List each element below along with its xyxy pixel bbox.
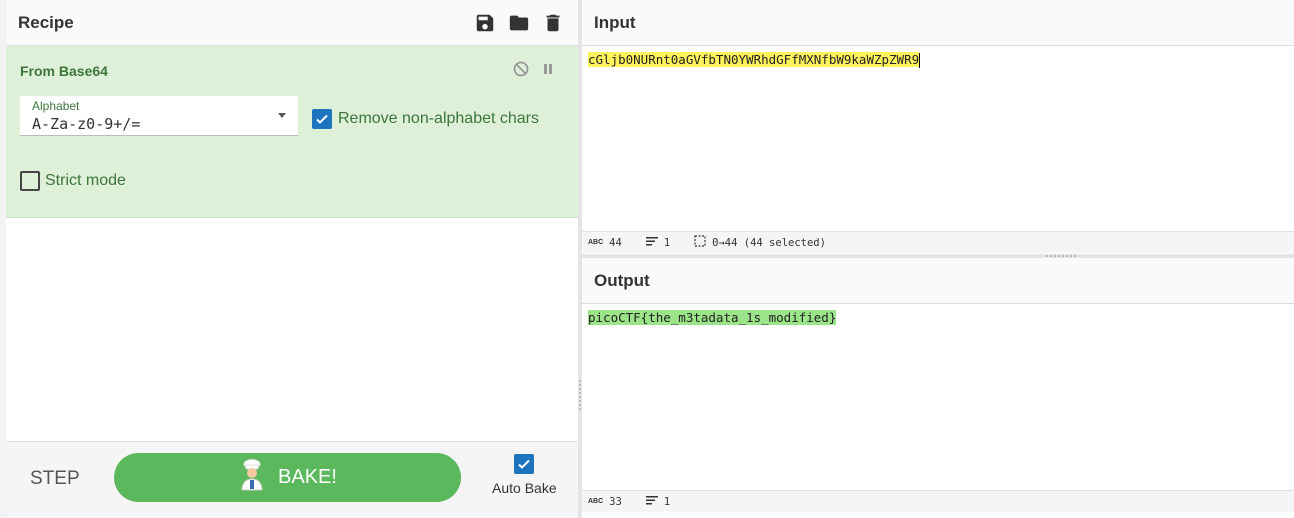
output-lines: 1	[663, 495, 671, 508]
alphabet-label: Alphabet	[32, 99, 80, 113]
output-title: Output	[594, 270, 650, 290]
output-length: 33	[609, 495, 622, 508]
bake-button[interactable]: BAKE!	[114, 453, 461, 502]
recipe-header: Recipe	[6, 0, 578, 46]
bake-label: BAKE!	[278, 466, 337, 488]
auto-bake-checkbox[interactable]: Auto Bake	[492, 454, 557, 496]
output-panel: Output picoCTF{the_m3tadata_1s_modified}…	[582, 258, 1294, 518]
strict-mode-checkbox[interactable]: Strict mode	[20, 171, 126, 191]
output-text: picoCTF{the_m3tadata_1s_modified}	[588, 310, 837, 325]
input-selection: 0→44 (44 selected)	[712, 236, 826, 249]
input-length: 44	[609, 236, 622, 249]
save-icon[interactable]	[474, 12, 496, 34]
input-title: Input	[594, 12, 636, 32]
input-panel: Input cGljb0NURnt0aGVfbTN0YWRhdGFfMXNfbW…	[582, 0, 1294, 254]
input-text: cGljb0NURnt0aGVfbTN0YWRhdGFfMXNfbW9kaWZp…	[588, 52, 920, 67]
alphabet-value: A-Za-z0-9+/=	[32, 115, 141, 133]
pause-icon[interactable]	[542, 60, 554, 83]
alphabet-select[interactable]: Alphabet A-Za-z0-9+/=	[20, 96, 298, 136]
checkbox-checked-icon[interactable]	[312, 109, 332, 129]
operation-title: From Base64	[20, 63, 108, 79]
step-button[interactable]: STEP	[30, 468, 80, 490]
abc-icon: ABC	[588, 498, 604, 505]
output-status-bar: ABC 33 1	[582, 490, 1294, 512]
strict-mode-label: Strict mode	[45, 172, 126, 189]
lines-icon	[645, 495, 658, 508]
trash-icon[interactable]	[542, 12, 564, 34]
lines-icon	[645, 236, 658, 249]
cyberchef-app: Recipe From Base64 Alphabet A-Za-z0-9+/=…	[0, 0, 1294, 518]
disable-icon[interactable]	[512, 60, 530, 83]
recipe-title: Recipe	[18, 12, 74, 32]
remove-non-alphabet-label: Remove non-alphabet chars	[338, 110, 540, 127]
text-cursor	[919, 53, 921, 68]
checkbox-unchecked-icon[interactable]	[20, 171, 40, 191]
output-textarea[interactable]: picoCTF{the_m3tadata_1s_modified}	[588, 310, 837, 325]
input-status-bar: ABC 44 1 0→44 (44 selected)	[582, 231, 1294, 253]
folder-icon[interactable]	[508, 12, 530, 34]
recipe-footer: STEP BAKE! Auto Bake	[6, 441, 578, 518]
auto-bake-label: Auto Bake	[492, 480, 557, 496]
checkbox-checked-icon[interactable]	[514, 454, 534, 474]
remove-non-alphabet-checkbox[interactable]: Remove non-alphabet chars	[312, 109, 539, 129]
recipe-panel: Recipe From Base64 Alphabet A-Za-z0-9+/=…	[6, 0, 578, 518]
chevron-down-icon	[278, 113, 286, 118]
selection-icon	[694, 235, 706, 250]
operation-from-base64: From Base64 Alphabet A-Za-z0-9+/= Remove…	[6, 46, 578, 218]
chef-icon	[238, 459, 266, 496]
input-header: Input	[582, 0, 1294, 46]
input-lines: 1	[663, 236, 671, 249]
output-header: Output	[582, 258, 1294, 304]
input-textarea[interactable]: cGljb0NURnt0aGVfbTN0YWRhdGFfMXNfbW9kaWZp…	[588, 52, 921, 68]
abc-icon: ABC	[588, 239, 604, 246]
